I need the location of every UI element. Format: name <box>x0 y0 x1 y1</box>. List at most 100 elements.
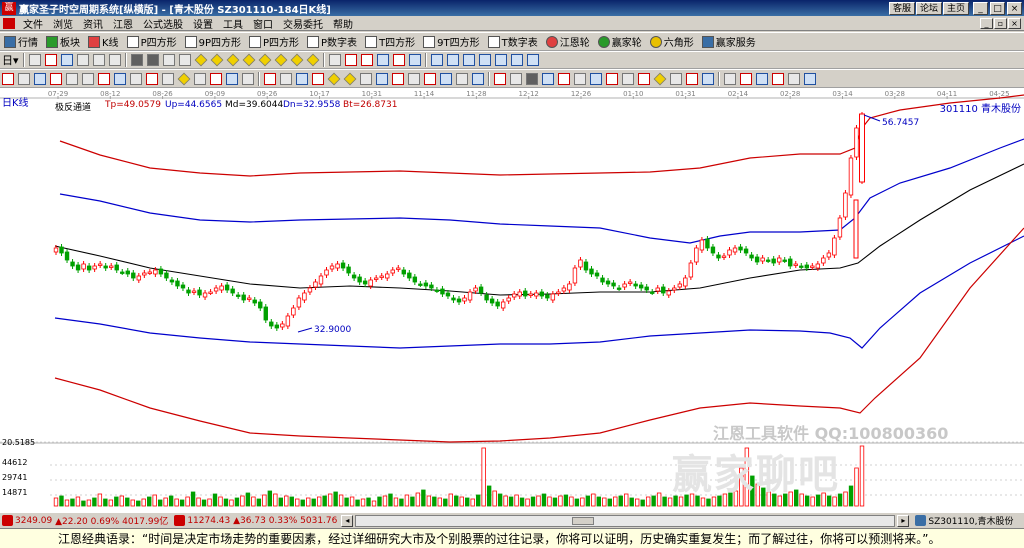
kline-chart[interactable]: 07-29 08-12 08-26 09-09 09-26 10-17 10-31 11-14… <box>0 88 1024 512</box>
line-icon[interactable] <box>60 54 73 66</box>
drawing-tool-icon[interactable] <box>114 72 126 85</box>
drawing-tool-icon[interactable] <box>472 72 484 85</box>
drawing-tool-icon[interactable] <box>638 72 650 85</box>
child-minimize-button[interactable]: _ <box>980 17 993 29</box>
9p-square-button[interactable]: 9P四方形 <box>181 34 245 50</box>
quotes-button[interactable]: 行情 <box>0 34 42 50</box>
window-icon[interactable] <box>478 54 491 66</box>
t-square-button[interactable]: T四方形 <box>361 34 419 50</box>
drawing-tool-icon[interactable] <box>542 72 554 85</box>
menu-tools[interactable]: 工具 <box>218 16 248 31</box>
drawing-tool-icon[interactable] <box>34 72 46 85</box>
arrow-right-icon[interactable] <box>178 54 191 66</box>
drawing-tool-icon[interactable] <box>494 72 506 85</box>
diamond-icon[interactable] <box>210 53 223 67</box>
trend-icon[interactable] <box>360 54 373 66</box>
pen-icon[interactable] <box>344 54 357 66</box>
p-square-button-2[interactable]: P四方形 <box>245 34 303 50</box>
drawing-tool-icon[interactable] <box>526 72 538 85</box>
move-up-icon[interactable] <box>108 54 121 66</box>
drawing-tool-icon[interactable] <box>264 72 276 85</box>
drawing-tool-icon[interactable] <box>756 72 768 85</box>
drawing-tool-icon[interactable] <box>653 72 667 85</box>
menu-browse[interactable]: 浏览 <box>48 16 78 31</box>
drawing-tool-icon[interactable] <box>376 72 388 85</box>
diamond-icon[interactable] <box>194 53 207 67</box>
menu-news[interactable]: 资讯 <box>78 16 108 31</box>
drawing-tool-icon[interactable] <box>194 72 206 85</box>
sh-index-value[interactable]: 3249.09 <box>15 516 52 526</box>
drawing-tool-icon[interactable] <box>772 72 784 85</box>
drawing-tool-icon[interactable] <box>702 72 714 85</box>
candlestick-icon[interactable] <box>44 54 57 66</box>
drawing-tool-icon[interactable] <box>66 72 78 85</box>
p-square-button[interactable]: P四方形 <box>123 34 181 50</box>
menu-help[interactable]: 帮助 <box>328 16 358 31</box>
t-number-table-button[interactable]: T数字表 <box>484 34 542 50</box>
drawing-tool-icon[interactable] <box>686 72 698 85</box>
zoom-in-icon[interactable] <box>76 54 89 66</box>
window-icon[interactable] <box>446 54 459 66</box>
child-close-button[interactable]: × <box>1008 17 1021 29</box>
drawing-tool-icon[interactable] <box>606 72 618 85</box>
drawing-tool-icon[interactable] <box>312 72 324 85</box>
pattern-icon[interactable] <box>392 54 405 66</box>
menu-file[interactable]: 文件 <box>18 16 48 31</box>
window-icon[interactable] <box>462 54 475 66</box>
diamond-icon[interactable] <box>258 53 271 67</box>
drawing-tool-icon[interactable] <box>456 72 468 85</box>
drawing-tool-icon[interactable] <box>670 72 682 85</box>
drawing-tool-icon[interactable] <box>327 72 341 85</box>
p-number-table-button[interactable]: P数字表 <box>303 34 361 50</box>
winner-wheel-button[interactable]: 赢家轮 <box>594 34 646 50</box>
drawing-tool-icon[interactable] <box>2 72 14 85</box>
winner-service-button[interactable]: 赢家服务 <box>698 34 760 50</box>
drawing-tool-icon[interactable] <box>360 72 372 85</box>
window-icon[interactable] <box>526 54 539 66</box>
document-icon[interactable] <box>3 17 15 29</box>
forum-link[interactable]: 论坛 <box>915 1 942 15</box>
drawing-tool-icon[interactable] <box>280 72 292 85</box>
homepage-link[interactable]: 主页 <box>942 1 969 15</box>
drawing-tool-icon[interactable] <box>740 72 752 85</box>
hand-icon[interactable] <box>328 54 341 66</box>
chart-canvas[interactable]: 07-29 08-12 08-26 09-09 09-26 10-17 10-31 11-14… <box>0 88 1024 512</box>
drawing-tool-icon[interactable] <box>558 72 570 85</box>
sector-button[interactable]: 板块 <box>42 34 84 50</box>
drawing-tool-icon[interactable] <box>424 72 436 85</box>
horizontal-scrollbar[interactable] <box>355 514 896 527</box>
drawing-tool-icon[interactable] <box>788 72 800 85</box>
menu-trade[interactable]: 交易委托 <box>278 16 328 31</box>
drawing-tool-icon[interactable] <box>18 72 30 85</box>
scroll-thumb[interactable] <box>571 516 594 525</box>
lock-icon[interactable] <box>376 54 389 66</box>
drawing-tool-icon[interactable] <box>210 72 222 85</box>
minimize-button[interactable]: _ <box>973 1 988 15</box>
drawing-tool-icon[interactable] <box>408 72 420 85</box>
sz-index-value[interactable]: 11274.43 <box>187 516 230 526</box>
window-icon[interactable] <box>494 54 507 66</box>
period-dropdown[interactable]: 日 ▾ <box>0 52 21 68</box>
diamond-icon[interactable] <box>306 53 319 67</box>
arrow-left-icon[interactable] <box>162 54 175 66</box>
drawing-tool-icon[interactable] <box>226 72 238 85</box>
drawing-tool-icon[interactable] <box>130 72 142 85</box>
menu-settings[interactable]: 设置 <box>188 16 218 31</box>
drawing-tool-icon[interactable] <box>146 72 158 85</box>
drawing-tool-icon[interactable] <box>392 72 404 85</box>
last-icon[interactable] <box>146 54 159 66</box>
drawing-tool-icon[interactable] <box>590 72 602 85</box>
child-restore-button[interactable]: ▫ <box>994 17 1007 29</box>
maximize-button[interactable]: □ <box>990 1 1005 15</box>
9t-square-button[interactable]: 9T四方形 <box>419 34 483 50</box>
drawing-tool-icon[interactable] <box>804 72 816 85</box>
kline-button[interactable]: K线 <box>84 34 123 50</box>
window-icon[interactable] <box>510 54 523 66</box>
menu-window[interactable]: 窗口 <box>248 16 278 31</box>
bar-icon[interactable] <box>28 54 41 66</box>
drawing-tool-icon[interactable] <box>296 72 308 85</box>
drawing-tool-icon[interactable] <box>440 72 452 85</box>
scroll-right-button[interactable]: ▸ <box>897 514 910 527</box>
drawing-tool-icon[interactable] <box>242 72 254 85</box>
scroll-left-button[interactable]: ◂ <box>341 514 354 527</box>
